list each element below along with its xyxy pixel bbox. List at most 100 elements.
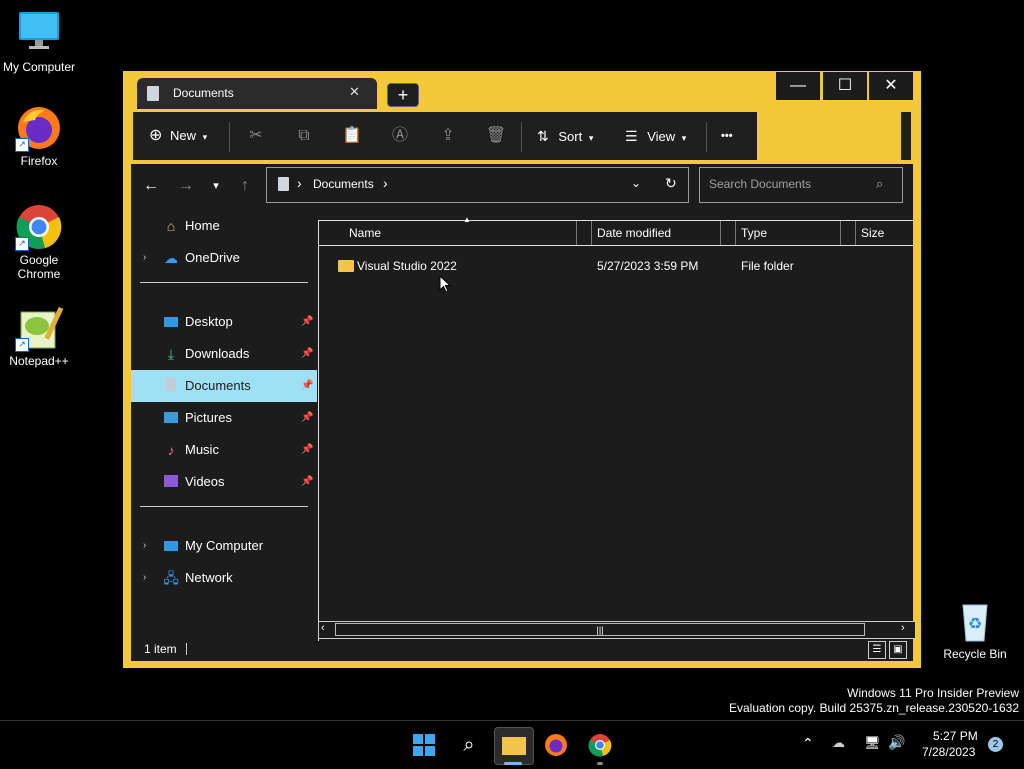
column-divider[interactable] (720, 221, 721, 245)
forward-arrow-icon[interactable]: → (174, 174, 198, 198)
address-bar[interactable]: › Documents › ⌄ ↻ (266, 167, 689, 203)
pin-icon[interactable]: 📌 (301, 338, 313, 370)
watermark-line1: Windows 11 Pro Insider Preview (847, 686, 1019, 700)
nav-item-music[interactable]: ♪ Music 📌 (131, 434, 317, 466)
desktop-icon-label: My Computer (2, 60, 76, 74)
paste-icon[interactable]: 📋 (341, 125, 363, 147)
monitor-icon (15, 10, 63, 58)
cloud-icon: ☁ (164, 250, 178, 266)
toolbar-separator (229, 122, 230, 152)
pin-icon[interactable]: 📌 (301, 402, 313, 434)
view-button[interactable]: ☰ View ▾ (625, 112, 705, 160)
pictures-icon (163, 410, 179, 426)
horizontal-scrollbar[interactable]: ‹ ||| › (318, 621, 916, 639)
document-icon (147, 86, 159, 101)
recent-chevron-down-icon[interactable]: ▾ (204, 174, 228, 198)
taskbar-file-explorer[interactable] (494, 727, 534, 765)
table-row[interactable]: Visual Studio 2022 5/27/2023 3:59 PM Fil… (319, 255, 914, 277)
search-button[interactable]: ⌕ (450, 727, 488, 763)
delete-icon[interactable]: 🗑 (485, 125, 507, 147)
cloud-offline-icon[interactable]: ☁ (832, 735, 845, 751)
nav-item-label: Pictures (185, 410, 232, 425)
desktop-icon-label: Firefox (20, 154, 58, 168)
desktop-icon-my-computer[interactable]: My Computer (1, 10, 77, 74)
nav-item-pictures[interactable]: Pictures 📌 (131, 402, 317, 434)
column-header-name[interactable]: Name (319, 221, 591, 246)
taskbar-chrome[interactable] (581, 727, 619, 763)
column-divider[interactable] (576, 221, 577, 245)
pin-icon[interactable]: 📌 (301, 370, 313, 402)
expand-chevron-icon[interactable]: › (143, 242, 146, 274)
home-icon: ⌂ (166, 218, 176, 234)
column-header-date[interactable]: Date modified (591, 221, 735, 246)
desktop-icon-recycle-bin[interactable]: ♻ Recycle Bin (937, 597, 1013, 661)
nav-item-home[interactable]: ⌂ Home (131, 210, 317, 242)
shortcut-arrow-icon: ↗ (15, 237, 29, 251)
document-icon (163, 378, 179, 394)
maximize-button[interactable]: ☐ (823, 72, 867, 100)
nav-item-my-computer[interactable]: › My Computer (131, 530, 317, 562)
new-tab-button[interactable]: + (387, 83, 419, 107)
cut-icon[interactable]: ✂ (245, 125, 267, 147)
pin-icon[interactable]: 📌 (301, 434, 313, 466)
sort-button[interactable]: ⇅ Sort ▾ (537, 112, 607, 160)
file-explorer-window: Documents ✕ + — ☐ ✕ ⊕ New ▾ ✂ ⧉ 📋 Ⓐ ⇪ 🗑 … (123, 71, 921, 668)
column-header-type[interactable]: Type (735, 221, 855, 246)
scroll-right-icon[interactable]: › (901, 622, 905, 634)
refresh-icon[interactable]: ↻ (665, 175, 677, 192)
copy-icon[interactable]: ⧉ (293, 125, 315, 147)
expand-chevron-icon[interactable]: › (143, 530, 146, 562)
new-button[interactable]: ⊕ New ▾ (149, 112, 219, 160)
search-box[interactable]: Search Documents ⌕ (699, 167, 903, 203)
file-type: File folder (741, 259, 794, 273)
notepadpp-icon: ↗ (15, 304, 64, 352)
back-arrow-icon[interactable]: ← (139, 174, 163, 198)
clock-time[interactable]: 5:27 PM (933, 729, 978, 743)
desktop-icon-chrome[interactable]: ↗ Google Chrome (1, 203, 77, 281)
chevron-down-icon: ▾ (681, 133, 687, 143)
desktop-icon-label: Recycle Bin (943, 647, 1007, 661)
nav-item-label: Documents (185, 378, 251, 393)
start-button[interactable] (405, 727, 443, 763)
nav-item-onedrive[interactable]: › ☁ OneDrive (131, 242, 317, 274)
folder-icon (502, 737, 526, 755)
share-icon[interactable]: ⇪ (437, 125, 459, 147)
minimize-button[interactable]: — (776, 72, 820, 100)
tiles-view-icon[interactable]: ▣ (889, 641, 907, 659)
details-view-icon[interactable]: ☰ (868, 641, 886, 659)
nav-item-downloads[interactable]: ⤓ Downloads 📌 (131, 338, 317, 370)
pin-icon[interactable]: 📌 (301, 306, 313, 338)
tab-documents[interactable]: Documents ✕ (137, 78, 377, 109)
breadcrumb-documents[interactable]: Documents (313, 177, 374, 191)
tab-close-icon[interactable]: ✕ (349, 84, 360, 100)
pin-icon[interactable]: 📌 (301, 466, 313, 498)
clock-date[interactable]: 7/28/2023 (922, 745, 975, 759)
volume-icon[interactable]: 🔊 (888, 734, 905, 751)
folder-icon (338, 260, 354, 272)
notification-badge[interactable]: 2 (988, 737, 1003, 752)
desktop-icon-notepadpp[interactable]: ↗ Notepad++ (1, 304, 77, 368)
file-list: ▲ Name Date modified Type Size Visual St… (318, 215, 914, 641)
desktop-icon-firefox[interactable]: ↗ Firefox (1, 104, 77, 168)
taskbar-firefox[interactable] (537, 727, 575, 763)
nav-item-desktop[interactable]: Desktop 📌 (131, 306, 317, 338)
active-app-indicator (504, 762, 522, 765)
nav-item-documents[interactable]: Documents 📌 (131, 370, 317, 402)
breadcrumb-separator: › (383, 175, 388, 191)
network-status-icon[interactable]: 🖥 (864, 735, 881, 751)
column-divider[interactable] (840, 221, 841, 245)
nav-item-videos[interactable]: Videos 📌 (131, 466, 317, 498)
rename-icon[interactable]: Ⓐ (389, 125, 411, 147)
nav-item-network[interactable]: › 🖧 Network (131, 562, 317, 594)
scroll-thumb[interactable]: ||| (335, 623, 865, 636)
close-button[interactable]: ✕ (869, 72, 913, 100)
more-options-button[interactable]: ••• (721, 112, 745, 160)
sort-arrows-icon: ⇅ (537, 128, 549, 144)
expand-chevron-icon[interactable]: › (143, 562, 146, 594)
scroll-left-icon[interactable]: ‹ (321, 622, 325, 634)
address-history-chevron-icon[interactable]: ⌄ (631, 176, 641, 190)
column-header-size[interactable]: Size (855, 221, 914, 246)
search-input[interactable]: Search Documents (709, 177, 811, 191)
show-hidden-icons-chevron-icon[interactable]: ⌃ (802, 735, 814, 752)
up-arrow-icon[interactable]: ↑ (233, 174, 257, 198)
